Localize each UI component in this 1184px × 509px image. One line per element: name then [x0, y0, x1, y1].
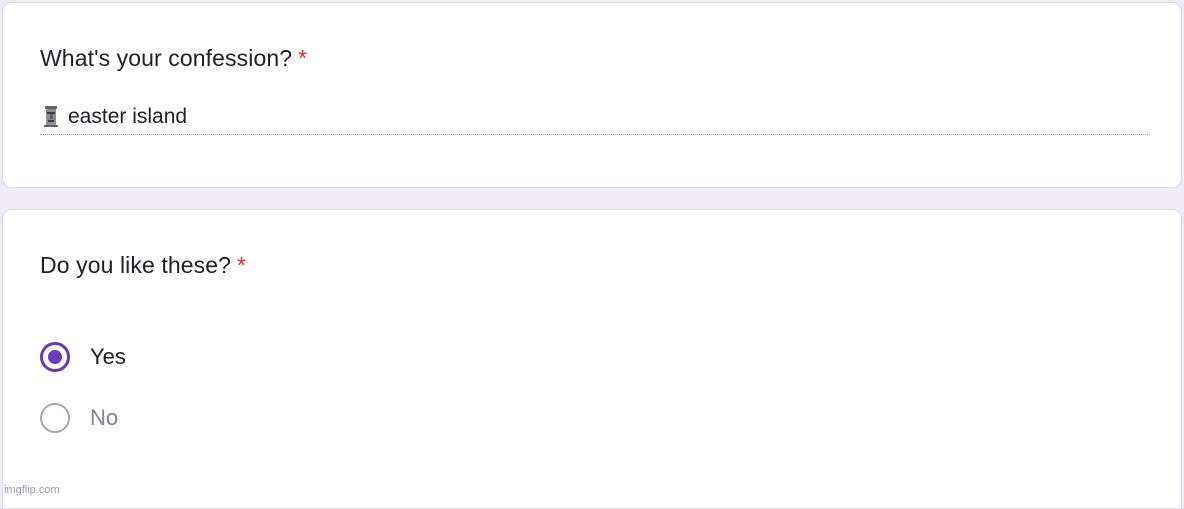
required-asterisk: *: [298, 45, 308, 71]
option-label-no: No: [90, 405, 119, 430]
question-card-confession: What's your confession? * easter island: [2, 2, 1182, 188]
question-title-text: What's your confession?: [40, 45, 293, 71]
confession-answer-text: easter island: [68, 105, 188, 128]
question-title: What's your confession? *: [40, 45, 307, 72]
imgflip-watermark: imgflip.com: [4, 484, 60, 496]
question-title-text: Do you like these?: [40, 252, 232, 278]
option-label-yes: Yes: [90, 344, 126, 369]
question-title: Do you like these? *: [40, 252, 246, 279]
confession-answer-field[interactable]: easter island: [40, 103, 1148, 135]
radio-option-no[interactable]: No: [40, 402, 340, 434]
radio-checked-icon[interactable]: [40, 342, 70, 372]
required-asterisk: *: [237, 252, 247, 278]
question-card-like: Do you like these? * Yes No: [2, 209, 1182, 509]
radio-option-yes[interactable]: Yes: [40, 341, 340, 373]
moai-icon: [44, 106, 58, 127]
radio-unchecked-icon[interactable]: [40, 403, 70, 433]
